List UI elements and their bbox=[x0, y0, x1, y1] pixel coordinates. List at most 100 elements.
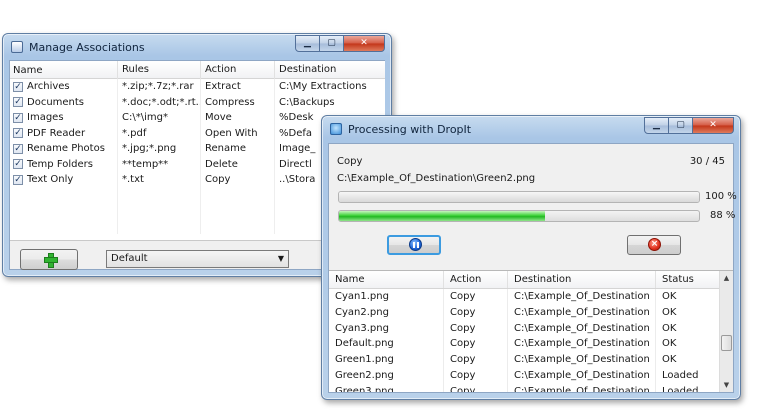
checkbox[interactable]: ✓ bbox=[13, 159, 23, 170]
item-destination: C:\Example_Of_Destination bbox=[508, 352, 656, 368]
file-count: 30 / 45 bbox=[689, 156, 725, 167]
close-button[interactable]: ✕ bbox=[343, 35, 385, 52]
list-item[interactable]: Green1.png Copy C:\Example_Of_Destinatio… bbox=[329, 352, 733, 368]
item-destination: C:\Example_Of_Destination bbox=[508, 320, 656, 337]
item-destination: C:\Example_Of_Destination bbox=[508, 289, 656, 305]
item-status: Loaded bbox=[662, 385, 699, 392]
item-status: OK bbox=[662, 338, 677, 350]
list-item[interactable]: Cyan3.png Copy C:\Example_Of_Destination… bbox=[329, 320, 733, 337]
checkbox[interactable]: ✓ bbox=[13, 97, 23, 108]
checkbox[interactable]: ✓ bbox=[13, 174, 23, 185]
item-action: Copy bbox=[444, 320, 508, 337]
list-item[interactable]: Cyan2.png Copy C:\Example_Of_Destination… bbox=[329, 304, 733, 321]
row-name: Temp Folders bbox=[27, 158, 93, 170]
row-action: Compress bbox=[201, 94, 275, 110]
row-name: Archives bbox=[27, 81, 70, 93]
file-progress-bar bbox=[338, 210, 700, 222]
column-header-status[interactable]: Status bbox=[656, 271, 722, 288]
pause-button[interactable] bbox=[387, 235, 441, 255]
window-title: Manage Associations bbox=[29, 41, 145, 54]
row-name: Rename Photos bbox=[27, 143, 105, 155]
list-item[interactable]: Green2.png Copy C:\Example_Of_Destinatio… bbox=[329, 367, 733, 384]
list-item[interactable]: Cyan1.png Copy C:\Example_Of_Destination… bbox=[329, 289, 733, 305]
profile-select-value: Default bbox=[111, 253, 148, 264]
scroll-up-arrow-icon[interactable]: ▲ bbox=[720, 271, 733, 285]
minimize-button[interactable]: ▁ bbox=[644, 117, 669, 134]
add-association-button[interactable] bbox=[20, 249, 78, 270]
row-rules: *.pdf bbox=[118, 125, 201, 141]
item-name: Green2.png bbox=[329, 367, 444, 384]
minimize-button[interactable]: ▁ bbox=[295, 35, 320, 52]
processing-window: Processing with DropIt ▁ ▢ ✕ Copy 30 / 4… bbox=[321, 115, 741, 400]
row-action: Rename bbox=[201, 141, 275, 157]
file-progress-fill bbox=[339, 211, 545, 221]
row-action: Open With bbox=[201, 125, 275, 141]
window-client: Copy 30 / 45 C:\Example_Of_Destination\G… bbox=[328, 143, 737, 393]
row-action: Extract bbox=[201, 79, 275, 95]
item-action: Copy bbox=[444, 367, 508, 384]
close-button[interactable]: ✕ bbox=[692, 117, 734, 134]
stop-icon: × bbox=[648, 238, 661, 251]
row-rules: *.jpg;*.png bbox=[118, 141, 201, 157]
stop-button[interactable]: × bbox=[627, 235, 681, 255]
column-header-destination[interactable]: Destination bbox=[275, 61, 385, 79]
maximize-button[interactable]: ▢ bbox=[668, 117, 693, 134]
column-header-name[interactable]: Name bbox=[10, 61, 118, 79]
row-rules: **temp** bbox=[118, 156, 201, 172]
column-header-action[interactable]: Action bbox=[201, 61, 275, 79]
window-title: Processing with DropIt bbox=[348, 123, 472, 136]
item-destination: C:\Example_Of_Destination bbox=[508, 367, 656, 384]
table-header: Name Rules Action Destination bbox=[10, 61, 385, 79]
row-name: PDF Reader bbox=[27, 127, 86, 139]
item-name: Green1.png bbox=[329, 352, 444, 368]
current-action-label: Copy bbox=[337, 156, 363, 167]
row-name: Text Only bbox=[27, 174, 74, 186]
dropit-icon bbox=[330, 123, 342, 135]
total-progress-label: 100 % bbox=[705, 191, 737, 202]
scroll-down-arrow-icon[interactable]: ▼ bbox=[720, 378, 733, 392]
column-header-name[interactable]: Name bbox=[329, 271, 444, 288]
row-rules: *.doc;*.odt;*.rt... bbox=[118, 94, 201, 110]
row-name: Documents bbox=[27, 96, 85, 108]
title-bar[interactable]: Processing with DropIt ▁ ▢ ✕ bbox=[322, 116, 740, 142]
column-header-rules[interactable]: Rules bbox=[118, 61, 201, 79]
chevron-down-icon: ▼ bbox=[277, 254, 284, 263]
item-destination: C:\Example_Of_Destination bbox=[508, 383, 656, 392]
checkbox[interactable]: ✓ bbox=[13, 143, 23, 154]
checkbox[interactable]: ✓ bbox=[13, 128, 23, 139]
list-item[interactable]: Default.png Copy C:\Example_Of_Destinati… bbox=[329, 336, 733, 353]
processing-list: Name Action Destination Status Cyan1.png… bbox=[329, 270, 733, 392]
item-destination: C:\Example_Of_Destination bbox=[508, 336, 656, 353]
item-action: Copy bbox=[444, 336, 508, 353]
table-row[interactable]: ✓ Archives *.zip;*.7z;*.rar Extract C:\My… bbox=[10, 79, 385, 95]
pause-icon bbox=[409, 238, 422, 251]
item-action: Copy bbox=[444, 289, 508, 305]
column-header-destination[interactable]: Destination bbox=[508, 271, 656, 288]
maximize-button[interactable]: ▢ bbox=[319, 35, 344, 52]
vertical-scrollbar[interactable]: ▲ ▼ bbox=[719, 271, 733, 392]
total-progress-bar bbox=[338, 191, 700, 203]
plus-icon bbox=[44, 253, 58, 268]
row-action: Copy bbox=[201, 172, 275, 188]
row-action: Delete bbox=[201, 156, 275, 172]
item-status: Loaded bbox=[662, 369, 699, 381]
item-name: Cyan3.png bbox=[329, 320, 444, 337]
list-header: Name Action Destination Status bbox=[329, 271, 733, 289]
column-header-action[interactable]: Action bbox=[444, 271, 508, 288]
checkbox[interactable]: ✓ bbox=[13, 112, 23, 123]
item-destination: C:\Example_Of_Destination bbox=[508, 304, 656, 321]
scroll-thumb[interactable] bbox=[721, 335, 732, 351]
item-name: Green3.png bbox=[329, 383, 444, 392]
item-status: OK bbox=[662, 291, 677, 302]
row-rules: C:\*\img* bbox=[118, 110, 201, 126]
checkbox[interactable]: ✓ bbox=[13, 81, 23, 92]
title-bar[interactable]: Manage Associations ▁ ▢ ✕ bbox=[3, 34, 391, 60]
row-destination: C:\Backups bbox=[279, 96, 335, 108]
table-row[interactable]: ✓ Documents *.doc;*.odt;*.rt... Compress … bbox=[10, 94, 385, 110]
item-status: OK bbox=[662, 354, 677, 366]
total-progress-fill bbox=[339, 192, 699, 202]
app-icon bbox=[11, 41, 23, 53]
list-item[interactable]: Green3.png Copy C:\Example_Of_Destinatio… bbox=[329, 383, 733, 392]
profile-select[interactable]: Default ▼ bbox=[106, 250, 289, 268]
row-name: Images bbox=[27, 112, 64, 124]
